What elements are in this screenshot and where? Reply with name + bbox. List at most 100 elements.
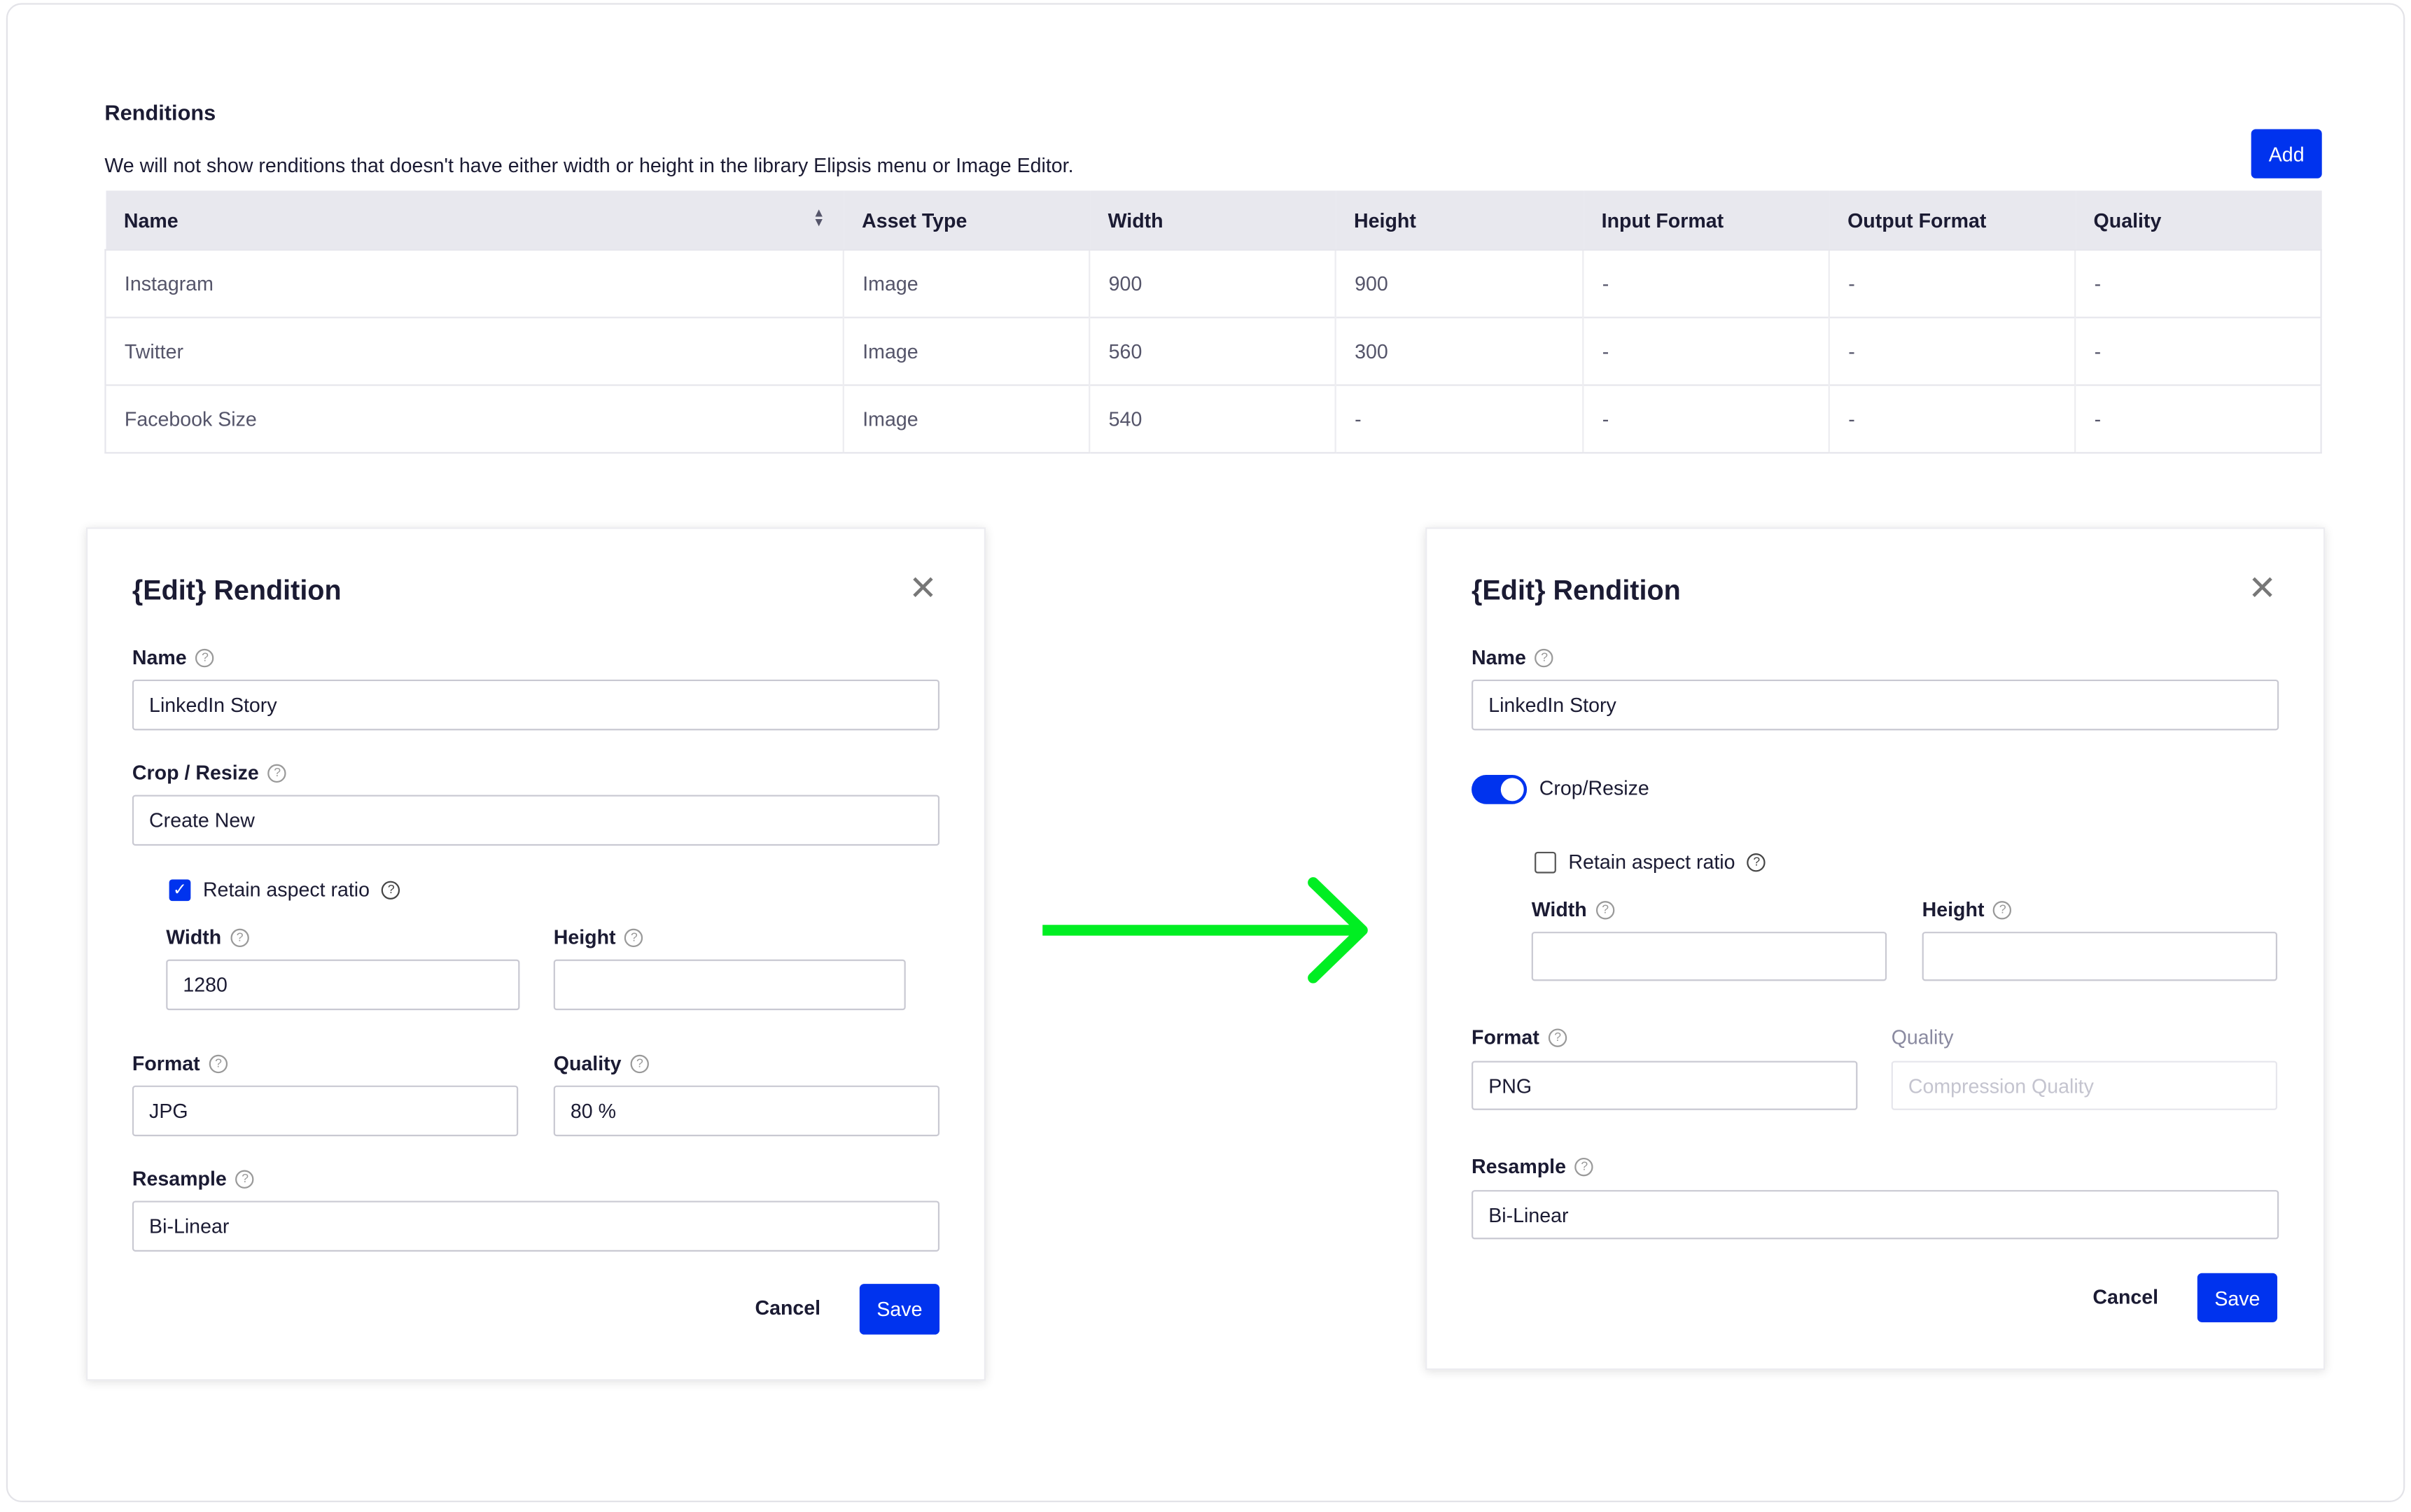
cancel-button[interactable]: Cancel	[755, 1296, 820, 1320]
table-cell: 900	[1334, 248, 1584, 318]
quality-input[interactable]: Compression Quality	[1891, 1060, 2278, 1110]
table-cell: Instagram	[104, 248, 844, 318]
help-icon[interactable]: ?	[630, 1054, 650, 1073]
close-icon[interactable]: ✕	[2248, 571, 2276, 606]
name-input[interactable]: LinkedIn Story	[132, 679, 940, 731]
name-label-text: Name	[132, 645, 187, 669]
table-cell: 900	[1089, 248, 1336, 318]
retain-aspect-checkbox[interactable]	[1535, 850, 1556, 873]
help-icon[interactable]: ?	[1535, 648, 1554, 667]
dialog-title: {Edit} Rendition	[1472, 575, 1681, 606]
table-cell: -	[1582, 316, 1829, 386]
table-cell: 540	[1089, 384, 1336, 454]
column-header: Width	[1089, 190, 1336, 250]
table-cell: 300	[1334, 316, 1584, 386]
column-header: Input Format	[1583, 190, 1829, 250]
format-label: Format?	[132, 1051, 228, 1074]
edit-rendition-dialog-before: {Edit} Rendition ✕ Name? LinkedIn Story …	[86, 527, 986, 1381]
width-label-text: Width	[166, 925, 222, 949]
table-cell: -	[1582, 384, 1829, 454]
arrow-right-icon	[1042, 877, 1368, 983]
help-icon[interactable]: ?	[1549, 1028, 1567, 1046]
renditions-table: Name ▲ ▼ Asset Type Width Height Input Format O…	[104, 190, 2322, 454]
sort-icon[interactable]: ▲ ▼	[813, 206, 825, 227]
retain-aspect-checkbox[interactable]: ✓	[169, 878, 191, 901]
help-icon[interactable]: ?	[235, 1169, 255, 1188]
resample-label-text: Resample	[1472, 1154, 1566, 1178]
retain-aspect-ratio[interactable]: Retain aspect ratio?	[1535, 850, 1766, 874]
width-input[interactable]	[1531, 932, 1887, 981]
name-label: Name?	[132, 645, 215, 669]
save-button[interactable]: Save	[2197, 1273, 2278, 1322]
column-header-label: Name	[123, 208, 179, 232]
format-select[interactable]: JPG	[132, 1085, 519, 1137]
resample-label: Resample?	[1472, 1154, 1594, 1178]
save-button[interactable]: Save	[859, 1284, 940, 1335]
resample-select[interactable]: Bi-Linear	[1472, 1190, 2279, 1240]
table-row[interactable]: Instagram Image 900 900- - -	[104, 248, 2322, 318]
section-title: Renditions	[104, 99, 216, 125]
name-label: Name?	[1472, 646, 1554, 668]
table-row[interactable]: Twitter Image 560 300- - -	[104, 316, 2322, 386]
help-icon[interactable]: ?	[209, 1054, 228, 1073]
crop-resize-select[interactable]: Create New	[132, 794, 940, 846]
resample-select[interactable]: Bi-Linear	[132, 1200, 940, 1252]
column-header: Quality	[2075, 190, 2321, 250]
help-icon[interactable]: ?	[1575, 1156, 1594, 1176]
column-header-label: Height	[1354, 208, 1416, 232]
close-icon[interactable]: ✕	[909, 571, 937, 606]
help-icon[interactable]: ?	[267, 763, 287, 782]
cancel-button[interactable]: Cancel	[2092, 1285, 2158, 1308]
height-label-text: Height	[553, 925, 616, 949]
table-cell: -	[1828, 316, 2076, 386]
crop-resize-label-text: Crop / Resize	[132, 761, 259, 785]
help-icon[interactable]: ?	[195, 648, 215, 667]
height-input[interactable]	[1922, 932, 2278, 981]
width-label: Width?	[166, 925, 249, 948]
column-header: Output Format	[1829, 190, 2076, 250]
column-header-label: Quality	[2093, 208, 2162, 232]
width-label: Width?	[1532, 898, 1615, 921]
width-input[interactable]: 1280	[166, 959, 520, 1011]
height-input[interactable]	[553, 959, 906, 1011]
table-cell: -	[1828, 248, 2076, 318]
column-header[interactable]: Name ▲ ▼	[105, 190, 844, 250]
help-icon[interactable]: ?	[382, 880, 400, 899]
quality-label: Quality	[1891, 1026, 1954, 1049]
crop-resize-label: Crop / Resize?	[132, 761, 287, 785]
format-label-text: Format	[132, 1051, 200, 1075]
quality-input[interactable]: 80 %	[553, 1085, 940, 1137]
format-label: Format?	[1472, 1026, 1567, 1049]
quality-label: Quality?	[553, 1051, 650, 1075]
name-input[interactable]: LinkedIn Story	[1472, 679, 2279, 731]
help-icon[interactable]: ?	[230, 927, 249, 946]
table-cell: -	[2074, 316, 2322, 386]
help-icon[interactable]: ?	[1747, 852, 1766, 872]
table-cell: Image	[842, 316, 1090, 386]
crop-resize-toggle[interactable]	[1472, 775, 1528, 804]
table-row[interactable]: Facebook Size Image 540- - - -	[104, 384, 2322, 454]
quality-label-text: Quality	[553, 1051, 622, 1075]
help-icon[interactable]: ?	[1993, 900, 2013, 919]
toggle-knob	[1500, 778, 1524, 802]
table-cell: -	[1828, 384, 2076, 454]
crop-resize-toggle-label: Crop/Resize	[1539, 776, 1649, 800]
column-header-label: Width	[1107, 208, 1163, 232]
column-header-label: Input Format	[1601, 208, 1724, 232]
help-icon[interactable]: ?	[1595, 900, 1615, 919]
format-select[interactable]: PNG	[1472, 1060, 1858, 1110]
add-button[interactable]: Add	[2251, 129, 2322, 178]
help-icon[interactable]: ?	[624, 927, 644, 946]
resample-label: Resample?	[132, 1167, 255, 1190]
table-cell: -	[1334, 384, 1584, 454]
column-header-label: Output Format	[1847, 208, 1987, 232]
column-header: Asset Type	[843, 190, 1090, 250]
column-header-label: Asset Type	[862, 208, 967, 232]
table-cell: -	[2074, 248, 2322, 318]
table-cell: 560	[1089, 316, 1336, 386]
height-label: Height?	[1922, 897, 2013, 921]
column-header: Height	[1335, 190, 1584, 250]
retain-aspect-ratio[interactable]: ✓ Retain aspect ratio?	[169, 878, 400, 901]
format-label-text: Format	[1472, 1026, 1539, 1049]
height-label-text: Height	[1922, 897, 1985, 921]
